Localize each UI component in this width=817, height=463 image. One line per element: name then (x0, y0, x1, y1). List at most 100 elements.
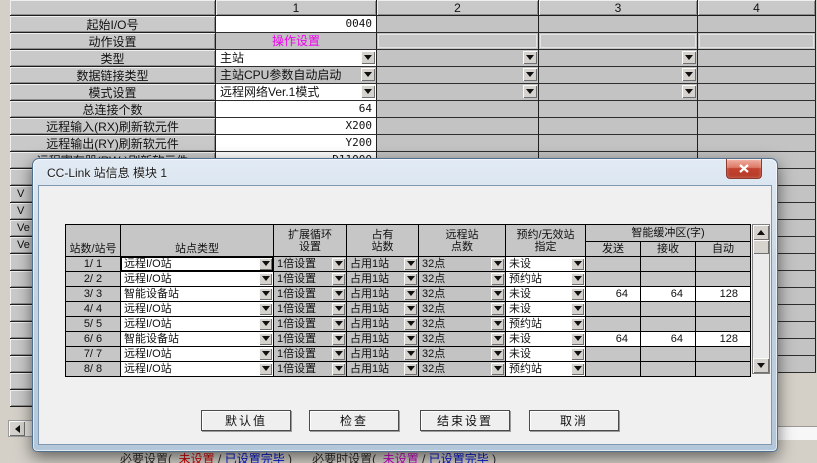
dropdown-arrow-button[interactable] (361, 85, 375, 98)
station-points-combo[interactable]: 32点 (419, 347, 505, 361)
scrollbar-track[interactable] (753, 254, 769, 358)
param-combo[interactable]: 主站 (216, 50, 377, 67)
cyclic-setting-combo[interactable]: 1倍设置 (274, 302, 346, 316)
station-count-cell[interactable]: 5/ 5 (66, 317, 120, 331)
dropdown-arrow-button[interactable] (404, 303, 417, 315)
dropdown-arrow-button[interactable] (523, 85, 537, 98)
param-empty-cell[interactable] (377, 16, 539, 33)
param-empty-cell[interactable] (539, 16, 698, 33)
param-empty-cell[interactable] (539, 135, 698, 152)
dropdown-arrow-button[interactable] (491, 348, 504, 360)
dropdown-arrow-button[interactable] (571, 333, 584, 345)
vertical-scrollbar[interactable] (752, 224, 770, 374)
dropdown-arrow-button[interactable] (571, 258, 584, 270)
close-button[interactable] (726, 159, 762, 179)
occupied-stations-combo[interactable]: 占用1站 (347, 287, 418, 301)
dropdown-arrow-button[interactable] (571, 348, 584, 360)
station-count-cell[interactable]: 1/ 1 (66, 257, 120, 271)
dropdown-arrow-button[interactable] (682, 68, 696, 81)
dropdown-arrow-button[interactable] (259, 303, 272, 315)
dropdown-arrow-button[interactable] (259, 333, 272, 345)
reserve-station-combo[interactable]: 预约站 (506, 272, 585, 286)
dropdown-arrow-button[interactable] (491, 318, 504, 330)
finish-setup-button[interactable]: 结束设置 (420, 410, 510, 431)
buffer-auto-cell[interactable] (696, 347, 750, 361)
dropdown-arrow-button[interactable] (682, 85, 696, 98)
reserve-station-combo[interactable]: 未设 (506, 257, 585, 271)
dropdown-arrow-button[interactable] (361, 51, 375, 64)
param-empty-cell[interactable] (698, 118, 816, 135)
param-empty-cell[interactable] (539, 118, 698, 135)
reserve-station-combo[interactable]: 未设 (506, 347, 585, 361)
buffer-receive-cell[interactable]: 64 (641, 332, 695, 346)
buffer-auto-cell[interactable] (696, 317, 750, 331)
dropdown-arrow-button[interactable] (491, 333, 504, 345)
dropdown-arrow-button[interactable] (404, 273, 417, 285)
param-empty-cell[interactable] (377, 101, 539, 118)
dropdown-arrow-button[interactable] (259, 258, 272, 270)
buffer-send-cell[interactable] (586, 257, 640, 271)
buffer-send-cell[interactable] (586, 362, 640, 376)
station-count-cell[interactable]: 6/ 6 (66, 332, 120, 346)
station-type-combo[interactable]: 远程I/O站 (121, 257, 273, 271)
dropdown-arrow-button[interactable] (332, 303, 345, 315)
param-combo-empty[interactable] (539, 50, 698, 67)
buffer-send-cell[interactable] (586, 302, 640, 316)
buffer-send-cell[interactable] (586, 347, 640, 361)
dropdown-arrow-button[interactable] (523, 68, 537, 81)
dropdown-arrow-button[interactable] (571, 303, 584, 315)
dropdown-arrow-button[interactable] (332, 288, 345, 300)
param-value-cell[interactable]: Y200 (216, 135, 377, 152)
dropdown-arrow-button[interactable] (332, 273, 345, 285)
station-count-cell[interactable]: 3/ 3 (66, 287, 120, 301)
param-empty-cell[interactable] (698, 67, 816, 84)
buffer-auto-cell[interactable]: 128 (696, 332, 750, 346)
buffer-receive-cell[interactable] (641, 257, 695, 271)
occupied-stations-combo[interactable]: 占用1站 (347, 332, 418, 346)
param-empty-cell[interactable] (377, 135, 539, 152)
dropdown-arrow-button[interactable] (259, 273, 272, 285)
buffer-auto-cell[interactable] (696, 272, 750, 286)
cyclic-setting-combo[interactable]: 1倍设置 (274, 317, 346, 331)
buffer-send-cell[interactable] (586, 272, 640, 286)
param-combo-empty[interactable] (377, 84, 539, 101)
param-value-cell[interactable]: 64 (216, 101, 377, 118)
station-type-combo[interactable]: 远程I/O站 (121, 302, 273, 316)
cyclic-setting-combo[interactable]: 1倍设置 (274, 257, 346, 271)
cyclic-setting-combo[interactable]: 1倍设置 (274, 347, 346, 361)
dropdown-arrow-button[interactable] (404, 333, 417, 345)
scroll-up-button[interactable] (753, 225, 769, 240)
occupied-stations-combo[interactable]: 占用1站 (347, 317, 418, 331)
param-empty-cell[interactable] (698, 16, 816, 33)
dropdown-arrow-button[interactable] (404, 258, 417, 270)
buffer-send-cell[interactable] (586, 317, 640, 331)
station-count-cell[interactable]: 2/ 2 (66, 272, 120, 286)
reserve-station-combo[interactable]: 预约站 (506, 317, 585, 331)
occupied-stations-combo[interactable]: 占用1站 (347, 257, 418, 271)
station-points-combo[interactable]: 32点 (419, 332, 505, 346)
cyclic-setting-combo[interactable]: 1倍设置 (274, 362, 346, 376)
station-points-combo[interactable]: 32点 (419, 362, 505, 376)
param-empty-cell[interactable] (377, 118, 539, 135)
dropdown-arrow-button[interactable] (571, 273, 584, 285)
param-empty-cell[interactable] (698, 50, 816, 67)
station-points-combo[interactable]: 32点 (419, 302, 505, 316)
param-combo[interactable]: 远程网络Ver.1模式 (216, 84, 377, 101)
station-points-combo[interactable]: 32点 (419, 287, 505, 301)
reserve-station-combo[interactable]: 未设 (506, 302, 585, 316)
station-points-combo[interactable]: 32点 (419, 272, 505, 286)
reserve-station-combo[interactable]: 未设 (506, 287, 585, 301)
dropdown-arrow-button[interactable] (491, 303, 504, 315)
dropdown-arrow-button[interactable] (571, 288, 584, 300)
occupied-stations-combo[interactable]: 占用1站 (347, 302, 418, 316)
param-combo-empty[interactable] (539, 67, 698, 84)
buffer-send-cell[interactable]: 64 (586, 287, 640, 301)
param-combo-empty[interactable] (539, 84, 698, 101)
scroll-down-button[interactable] (753, 358, 769, 373)
buffer-auto-cell[interactable] (696, 362, 750, 376)
dropdown-arrow-button[interactable] (571, 318, 584, 330)
param-value-cell[interactable]: 0040 (216, 16, 377, 33)
station-count-cell[interactable]: 8/ 8 (66, 362, 120, 376)
dropdown-arrow-button[interactable] (332, 318, 345, 330)
buffer-receive-cell[interactable] (641, 272, 695, 286)
